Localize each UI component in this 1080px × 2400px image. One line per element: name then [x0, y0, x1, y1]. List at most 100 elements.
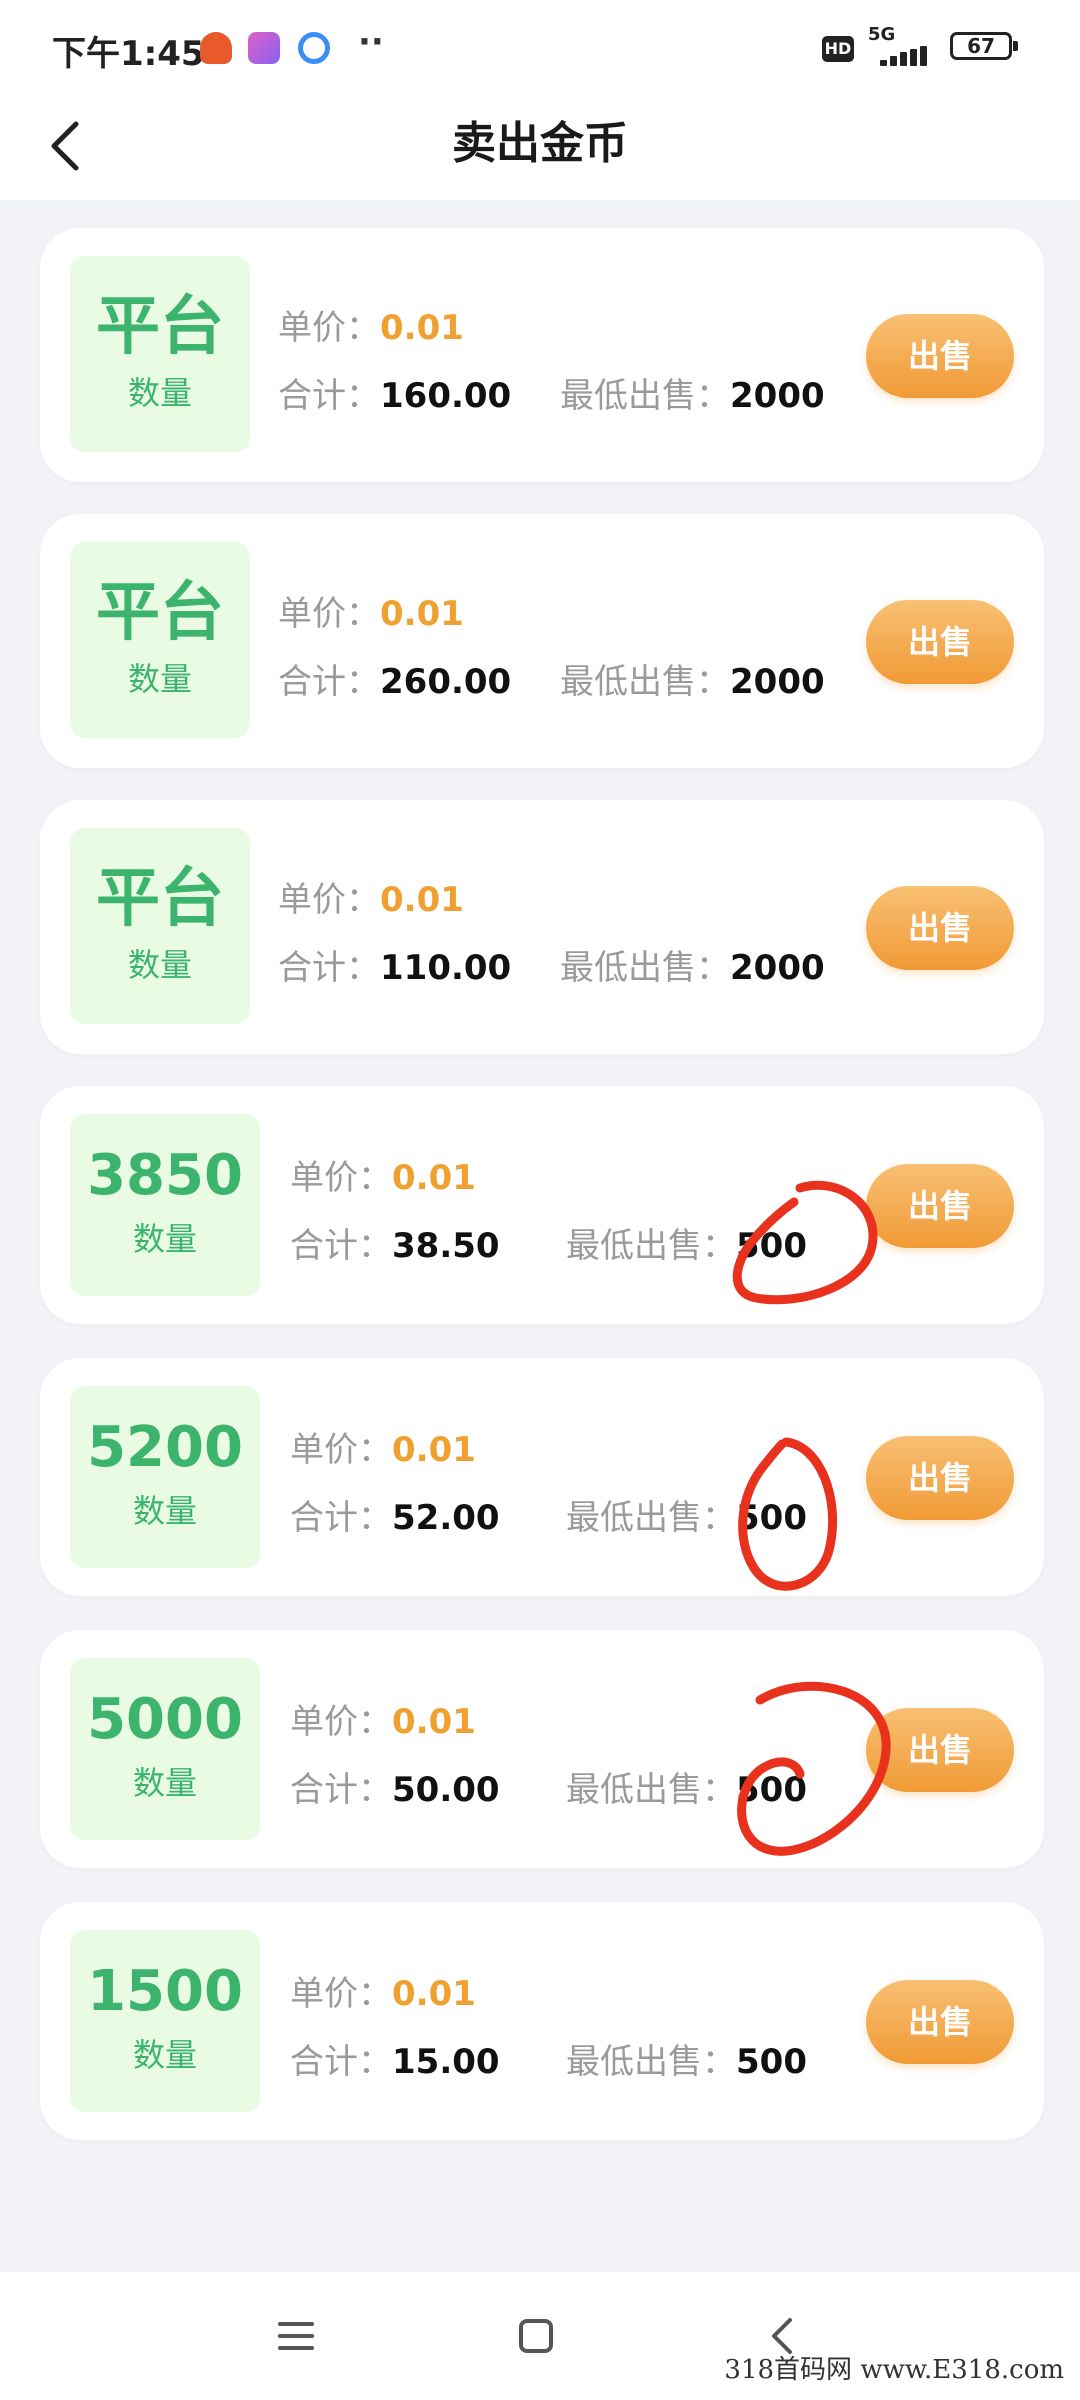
unit-price-value: 0.01 [392, 1158, 476, 1198]
sell-button[interactable]: 出售 [866, 886, 1014, 970]
total-row: 合计：160.00 [278, 368, 511, 417]
app-notification-icon [200, 32, 232, 64]
unit-price-label: 单价： [278, 880, 380, 920]
square-home-icon [519, 2319, 553, 2353]
quantity-label: 数量 [132, 2036, 197, 2074]
unit-price-label: 单价： [290, 1974, 392, 2014]
sell-button[interactable]: 出售 [866, 1980, 1014, 2064]
quantity-value: 1500 [87, 1959, 243, 2024]
more-notifications-icon: ·· [358, 22, 384, 62]
min-sell-value: 500 [736, 1226, 807, 1266]
min-sell-label: 最低出售： [566, 1498, 736, 1538]
total-label: 合计： [290, 1498, 392, 1538]
total-row: 合计：15.00 [290, 2034, 500, 2083]
menu-icon [278, 2322, 314, 2350]
unit-price-value: 0.01 [380, 594, 464, 634]
min-sell-row: 最低出售：2000 [560, 940, 825, 989]
page-title: 卖出金币 [452, 118, 628, 169]
min-sell-label: 最低出售： [560, 662, 730, 702]
sell-button[interactable]: 出售 [866, 314, 1014, 398]
unit-price-row: 单价：0.01 [290, 1150, 476, 1199]
min-sell-value: 2000 [730, 376, 825, 416]
total-value: 260.00 [380, 662, 512, 702]
quantity-value: 平台 [96, 576, 224, 650]
total-label: 合计： [290, 1770, 392, 1810]
listing-card: 5000 数量 单价：0.01 合计：50.00 最低出售：500 出售 [40, 1630, 1044, 1868]
status-bar: 下午1:45 ·· HD 5G 67 [0, 0, 1080, 96]
listing-card: 3850 数量 单价：0.01 合计：38.50 最低出售：500 出售 [40, 1086, 1044, 1324]
total-value: 110.00 [380, 948, 512, 988]
network-type: 5G [868, 24, 896, 45]
total-row: 合计：38.50 [290, 1218, 500, 1267]
min-sell-value: 500 [736, 1770, 807, 1810]
quantity-box: 5000 数量 [70, 1658, 260, 1840]
quantity-label: 数量 [127, 374, 192, 412]
unit-price-row: 单价：0.01 [290, 1966, 476, 2015]
listing-card: 平台 数量 单价：0.01 合计：160.00 最低出售：2000 出售 [40, 228, 1044, 482]
listing-card: 5200 数量 单价：0.01 合计：52.00 最低出售：500 出售 [40, 1358, 1044, 1596]
top-area: 下午1:45 ·· HD 5G 67 卖出金币 [0, 0, 1080, 200]
total-value: 160.00 [380, 376, 512, 416]
quantity-label: 数量 [132, 1492, 197, 1530]
battery-icon: 67 [950, 32, 1018, 60]
unit-price-row: 单价：0.01 [278, 300, 464, 349]
quantity-box: 3850 数量 [70, 1114, 260, 1296]
min-sell-value: 2000 [730, 662, 825, 702]
nav-menu-button[interactable] [262, 2302, 330, 2370]
total-label: 合计： [278, 948, 380, 988]
sell-button[interactable]: 出售 [866, 1436, 1014, 1520]
unit-price-row: 单价：0.01 [290, 1422, 476, 1471]
total-value: 50.00 [392, 1770, 500, 1810]
unit-price-row: 单价：0.01 [278, 586, 464, 635]
total-row: 合计：260.00 [278, 654, 511, 703]
total-label: 合计： [278, 662, 380, 702]
unit-price-value: 0.01 [380, 880, 464, 920]
hd-icon: HD [822, 36, 854, 62]
min-sell-row: 最低出售：500 [566, 2034, 807, 2083]
listing-card: 1500 数量 单价：0.01 合计：15.00 最低出售：500 出售 [40, 1902, 1044, 2140]
total-value: 52.00 [392, 1498, 500, 1538]
unit-price-label: 单价： [290, 1430, 392, 1470]
sell-button[interactable]: 出售 [866, 1164, 1014, 1248]
unit-price-label: 单价： [278, 308, 380, 348]
quantity-value: 平台 [96, 290, 224, 364]
min-sell-label: 最低出售： [560, 948, 730, 988]
unit-price-value: 0.01 [380, 308, 464, 348]
min-sell-label: 最低出售： [566, 1770, 736, 1810]
header: 卖出金币 [0, 96, 1080, 200]
unit-price-row: 单价：0.01 [278, 872, 464, 921]
unit-price-label: 单价： [290, 1158, 392, 1198]
signal-icon [866, 46, 936, 66]
sell-button[interactable]: 出售 [866, 600, 1014, 684]
quantity-label: 数量 [127, 946, 192, 984]
quantity-label: 数量 [127, 660, 192, 698]
total-row: 合计：50.00 [290, 1762, 500, 1811]
min-sell-row: 最低出售：500 [566, 1490, 807, 1539]
min-sell-value: 2000 [730, 948, 825, 988]
nav-home-button[interactable] [502, 2302, 570, 2370]
total-row: 合计：52.00 [290, 1490, 500, 1539]
min-sell-label: 最低出售： [560, 376, 730, 416]
min-sell-row: 最低出售：2000 [560, 368, 825, 417]
quantity-value: 5200 [87, 1415, 243, 1480]
app-notification-icon [248, 32, 280, 64]
min-sell-label: 最低出售： [566, 2042, 736, 2082]
system-nav-bar: 318首码网 www.E318.com [0, 2272, 1080, 2400]
total-label: 合计： [290, 2042, 392, 2082]
min-sell-label: 最低出售： [566, 1226, 736, 1266]
min-sell-row: 最低出售：500 [566, 1218, 807, 1267]
unit-price-label: 单价： [290, 1702, 392, 1742]
total-value: 15.00 [392, 2042, 500, 2082]
watermark: 318首码网 www.E318.com [724, 2355, 1064, 2385]
unit-price-value: 0.01 [392, 1430, 476, 1470]
total-label: 合计： [278, 376, 380, 416]
unit-price-row: 单价：0.01 [290, 1694, 476, 1743]
total-value: 38.50 [392, 1226, 500, 1266]
listing-card: 平台 数量 单价：0.01 合计：110.00 最低出售：2000 出售 [40, 800, 1044, 1054]
total-row: 合计：110.00 [278, 940, 511, 989]
unit-price-value: 0.01 [392, 1702, 476, 1742]
quantity-label: 数量 [132, 1220, 197, 1258]
back-button[interactable] [32, 110, 104, 182]
sell-button[interactable]: 出售 [866, 1708, 1014, 1792]
quantity-box: 平台 数量 [70, 256, 250, 452]
